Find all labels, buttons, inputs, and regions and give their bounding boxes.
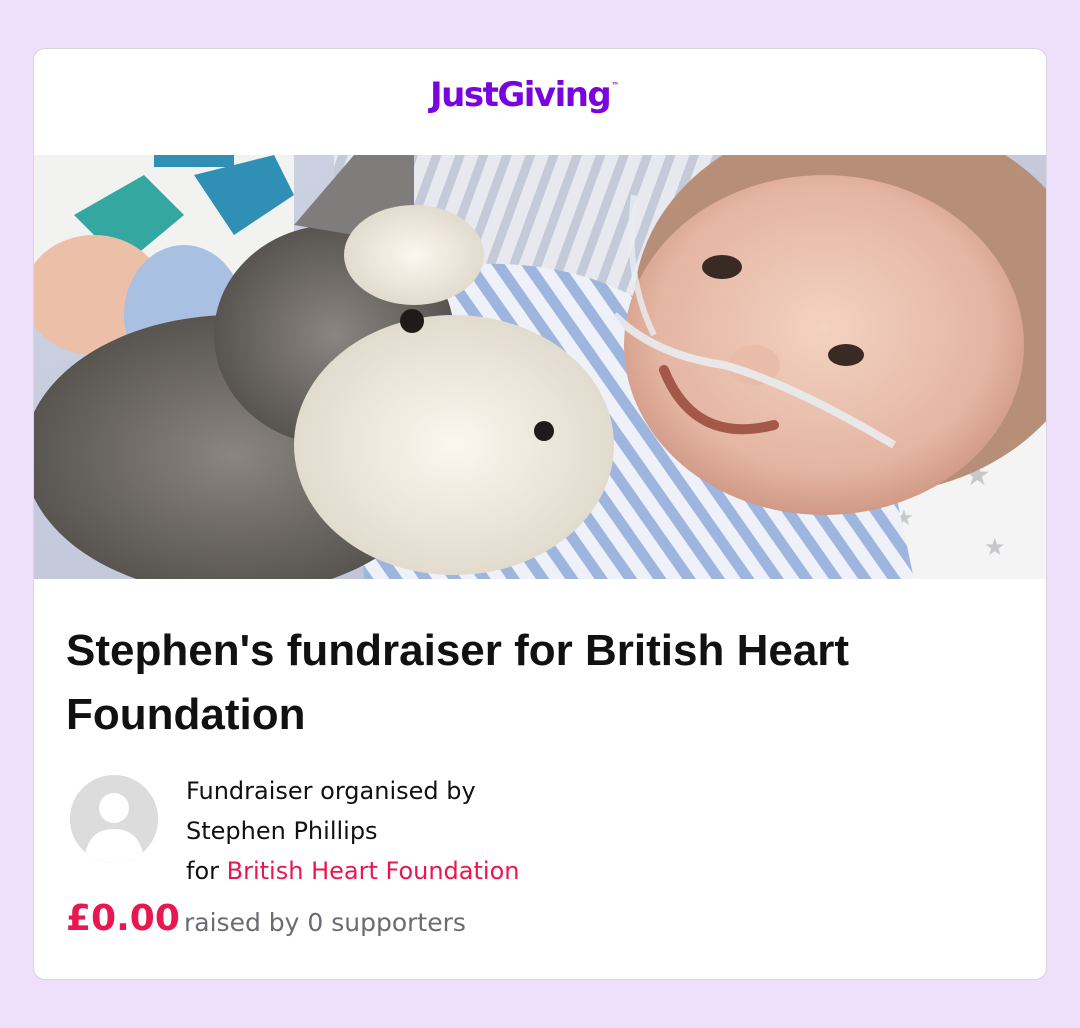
organised-by-label: Fundraiser organised by <box>186 777 476 805</box>
fundraiser-title: Stephen's fundraiser for British Heart F… <box>66 626 850 739</box>
fundraiser-card[interactable]: JustGiving™ ★ ★ ★ Stephen's fundraiser f… <box>33 48 1047 980</box>
trademark-mark: ™ <box>611 81 620 90</box>
supporters-count: raised by 0 supporters <box>184 908 466 937</box>
logo-bar: JustGiving™ <box>34 49 1046 155</box>
justgiving-logo[interactable]: JustGiving™ <box>430 75 619 115</box>
hero-image: ★ ★ ★ ★ ★ <box>34 155 1046 579</box>
charity-line: for British Heart Foundation <box>186 851 519 891</box>
logo-text: JustGiving <box>430 75 612 115</box>
default-user-avatar-icon <box>70 775 158 863</box>
svg-text:★: ★ <box>984 533 1006 561</box>
amount-raised: £0.00 <box>66 898 180 939</box>
organiser-name: Stephen Phillips <box>186 817 378 845</box>
organiser-info: Fundraiser organised by Stephen Phillips… <box>186 771 519 891</box>
for-label: for <box>186 857 219 885</box>
charity-link[interactable]: British Heart Foundation <box>227 857 520 885</box>
